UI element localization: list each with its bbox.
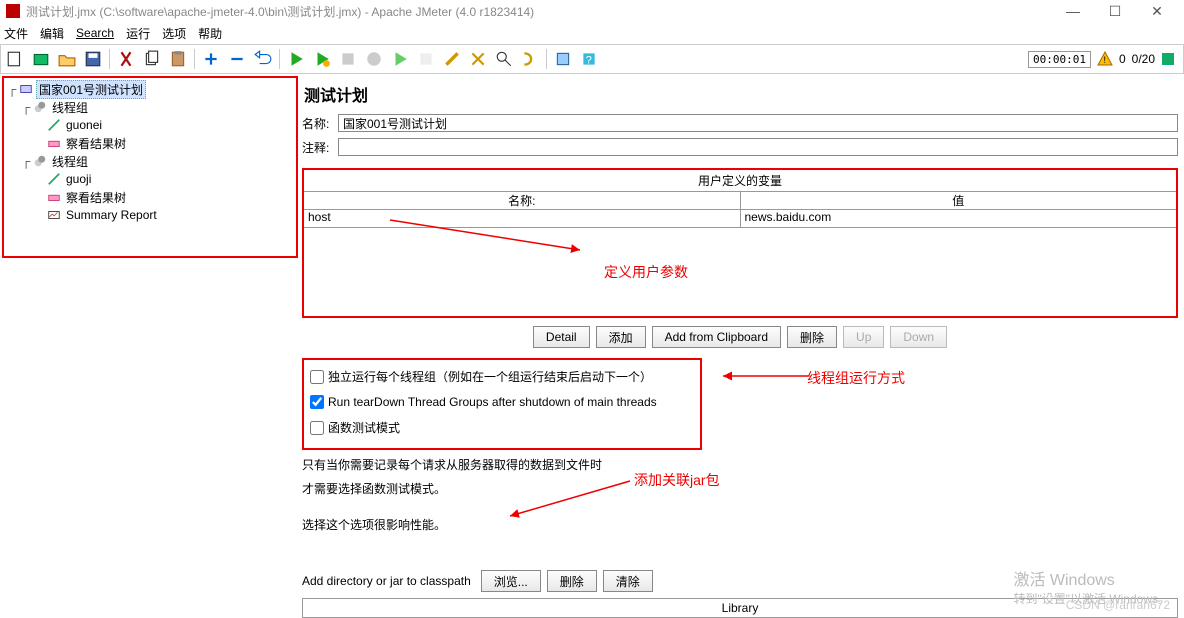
jmeter-icon bbox=[6, 4, 20, 18]
tree-node-guoji[interactable]: guoji bbox=[6, 170, 294, 188]
panel-title: 测试计划 bbox=[304, 82, 1178, 106]
elapsed-timer: 00:00:01 bbox=[1028, 51, 1091, 68]
copy-icon[interactable] bbox=[140, 47, 164, 71]
run-state: 0/20 bbox=[1132, 52, 1155, 66]
vars-row[interactable]: host news.baidu.com bbox=[304, 210, 1176, 228]
cut-icon[interactable] bbox=[114, 47, 138, 71]
remote-stop-icon[interactable] bbox=[414, 47, 438, 71]
stop-icon[interactable] bbox=[336, 47, 360, 71]
check-functional[interactable] bbox=[310, 421, 324, 435]
svg-text:?: ? bbox=[586, 55, 592, 67]
tree-node-threadgroup-1[interactable]: ┌ 线程组 bbox=[6, 98, 294, 116]
comment-label: 注释: bbox=[302, 139, 338, 156]
tree-node-guonei[interactable]: guonei bbox=[6, 116, 294, 134]
note-1: 只有当你需要记录每个请求从服务器取得的数据到文件时 bbox=[302, 456, 1178, 474]
delete-button[interactable]: 删除 bbox=[787, 326, 837, 348]
csdn-watermark: CSDN @ranran672 bbox=[1066, 598, 1170, 612]
vars-cell-name[interactable]: host bbox=[304, 210, 741, 227]
browse-button[interactable]: 浏览... bbox=[481, 570, 541, 592]
warn-count: 0 bbox=[1119, 52, 1126, 66]
note-2: 才需要选择函数测试模式。 bbox=[302, 480, 1178, 498]
help-icon[interactable]: ? bbox=[577, 47, 601, 71]
vars-col-value: 值 bbox=[741, 192, 1177, 209]
vars-cell-value[interactable]: news.baidu.com bbox=[741, 210, 1177, 227]
tree-node-vrt-1[interactable]: 察看结果树 bbox=[6, 134, 294, 152]
vars-col-name: 名称: bbox=[304, 192, 741, 209]
menu-help[interactable]: 帮助 bbox=[198, 25, 222, 42]
new-icon[interactable] bbox=[3, 47, 27, 71]
name-input[interactable] bbox=[338, 114, 1178, 132]
down-button: Down bbox=[890, 326, 947, 348]
menu-file[interactable]: 文件 bbox=[4, 25, 28, 42]
window-titlebar: 测试计划.jmx (C:\software\apache-jmeter-4.0\… bbox=[0, 0, 1184, 22]
search-icon[interactable] bbox=[492, 47, 516, 71]
user-vars-box: 用户定义的变量 名称: 值 host news.baidu.com bbox=[302, 168, 1178, 318]
annotation-run-mode: 线程组运行方式 bbox=[807, 368, 905, 388]
annotation-jar: 添加关联jar包 bbox=[634, 470, 720, 490]
editor-panel: 测试计划 名称: 注释: 用户定义的变量 名称: 值 host news.bai… bbox=[298, 74, 1184, 618]
undo-icon[interactable] bbox=[251, 47, 275, 71]
minimize-button[interactable]: — bbox=[1052, 3, 1094, 19]
check-serial-label: 独立运行每个线程组（例如在一个组运行结束后启动下一个） bbox=[328, 368, 652, 385]
add-icon[interactable] bbox=[199, 47, 223, 71]
check-teardown[interactable] bbox=[310, 395, 324, 409]
vars-heading: 用户定义的变量 bbox=[304, 170, 1176, 192]
toolbar: ? 00:00:01 ! 0 0/20 bbox=[0, 44, 1184, 74]
close-button[interactable]: ✕ bbox=[1136, 3, 1178, 20]
function-helper-icon[interactable] bbox=[551, 47, 575, 71]
cp-clear-button[interactable]: 清除 bbox=[603, 570, 653, 592]
clear-all-icon[interactable] bbox=[466, 47, 490, 71]
name-label: 名称: bbox=[302, 115, 338, 132]
check-functional-label: 函数测试模式 bbox=[328, 419, 400, 436]
clipboard-button[interactable]: Add from Clipboard bbox=[652, 326, 781, 348]
warning-icon: ! bbox=[1097, 51, 1113, 67]
check-serial-threadgroups[interactable] bbox=[310, 370, 324, 384]
svg-text:!: ! bbox=[1103, 55, 1106, 65]
menu-run[interactable]: 运行 bbox=[126, 25, 150, 42]
clear-icon[interactable] bbox=[440, 47, 464, 71]
menubar: 文件 编辑 Search 运行 选项 帮助 bbox=[0, 22, 1184, 44]
cp-delete-button[interactable]: 删除 bbox=[547, 570, 597, 592]
comment-input[interactable] bbox=[338, 138, 1178, 156]
tree-node-vrt-2[interactable]: 察看结果树 bbox=[6, 188, 294, 206]
reset-search-icon[interactable] bbox=[518, 47, 542, 71]
menu-search[interactable]: Search bbox=[76, 26, 114, 40]
tree-panel: ┌ 国家001号测试计划 ┌ 线程组 guonei 察看结果 bbox=[2, 76, 298, 258]
maximize-button[interactable]: ☐ bbox=[1094, 3, 1136, 20]
classpath-label: Add directory or jar to classpath bbox=[302, 574, 471, 588]
remove-icon[interactable] bbox=[225, 47, 249, 71]
menu-edit[interactable]: 编辑 bbox=[40, 25, 64, 42]
start-no-pause-icon[interactable] bbox=[310, 47, 334, 71]
up-button: Up bbox=[843, 326, 884, 348]
tree-node-summary[interactable]: Summary Report bbox=[6, 206, 294, 224]
check-teardown-label: Run tearDown Thread Groups after shutdow… bbox=[328, 395, 657, 409]
paste-icon[interactable] bbox=[166, 47, 190, 71]
open-icon[interactable] bbox=[55, 47, 79, 71]
run-indicator-icon bbox=[1161, 52, 1175, 66]
run-mode-box: 独立运行每个线程组（例如在一个组运行结束后启动下一个） Run tearDown… bbox=[302, 358, 702, 450]
annotation-define-vars: 定义用户参数 bbox=[604, 262, 688, 282]
note-3: 选择这个选项很影响性能。 bbox=[302, 516, 1178, 534]
detail-button[interactable]: Detail bbox=[533, 326, 590, 348]
tree-node-testplan[interactable]: ┌ 国家001号测试计划 bbox=[6, 80, 294, 98]
tree-node-threadgroup-2[interactable]: ┌ 线程组 bbox=[6, 152, 294, 170]
shutdown-icon[interactable] bbox=[362, 47, 386, 71]
menu-options[interactable]: 选项 bbox=[162, 25, 186, 42]
templates-icon[interactable] bbox=[29, 47, 53, 71]
remote-start-icon[interactable] bbox=[388, 47, 412, 71]
start-icon[interactable] bbox=[284, 47, 308, 71]
window-title: 测试计划.jmx (C:\software\apache-jmeter-4.0\… bbox=[26, 3, 1052, 20]
add-button[interactable]: 添加 bbox=[596, 326, 646, 348]
save-icon[interactable] bbox=[81, 47, 105, 71]
